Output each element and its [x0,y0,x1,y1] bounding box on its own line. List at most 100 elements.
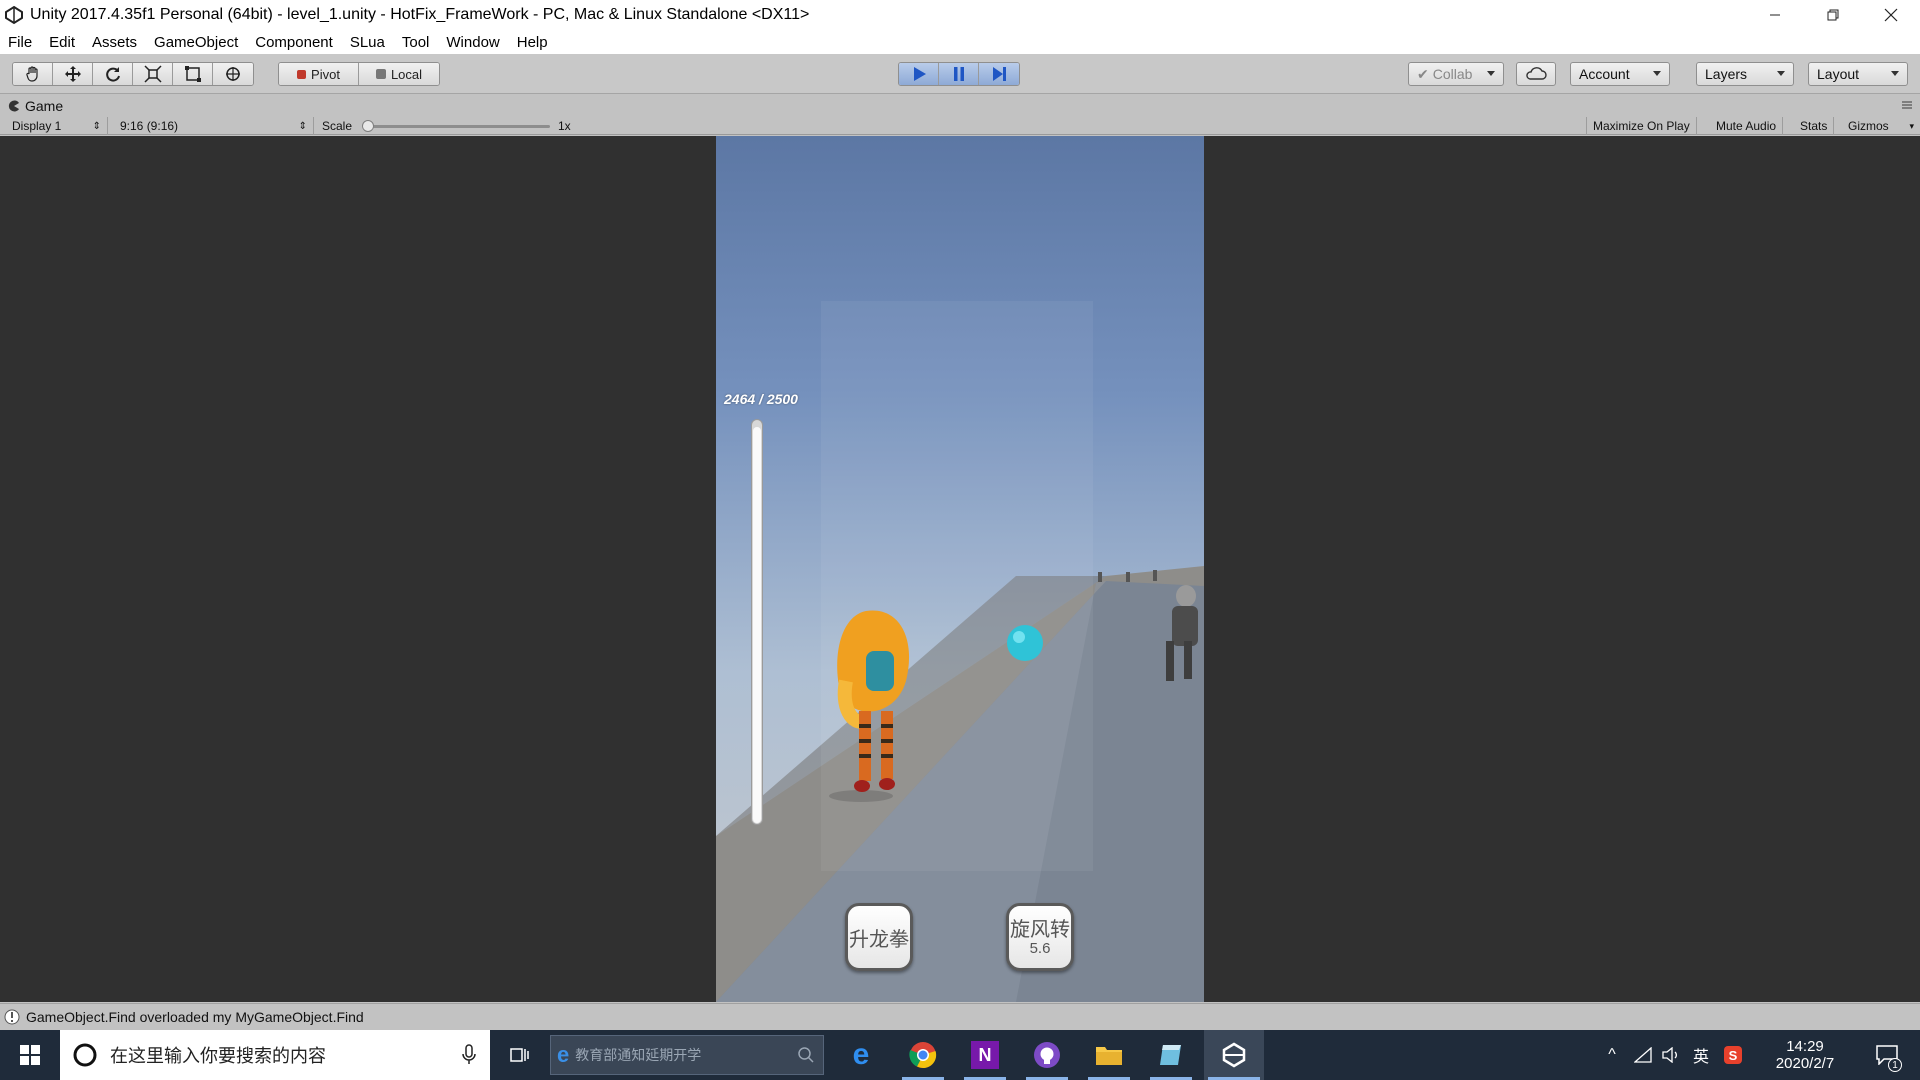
taskbar-edge[interactable]: e [836,1030,886,1080]
task-view-button[interactable] [495,1030,545,1080]
game-viewport: 2464 / 2500 升龙拳 旋风转 5.6 [0,136,1920,1002]
hp-bar [751,419,763,825]
sogou-ime-icon[interactable]: S [1720,1030,1746,1080]
skill-button-shenglongquan[interactable]: 升龙拳 [845,903,913,971]
display-dropdown[interactable]: Display 1 ⇕ [6,117,108,135]
scale-tool-icon[interactable] [133,63,173,85]
clock-time: 14:29 [1786,1038,1824,1055]
menu-tool[interactable]: Tool [402,34,430,51]
tray-overflow-icon[interactable]: ^ [1600,1030,1624,1080]
minimize-icon[interactable] [1746,0,1804,30]
search-box[interactable]: 在这里输入你要搜索的内容 [60,1030,490,1080]
taskbar-github[interactable] [1022,1030,1072,1080]
scale-slider-track[interactable] [365,125,550,128]
maximize-on-play-toggle[interactable]: Maximize On Play [1586,117,1697,135]
game-scene [716,301,1204,1002]
hp-text: 2464 / 2500 [724,391,798,407]
layers-dropdown[interactable]: Layers [1696,62,1794,86]
rotate-tool-icon[interactable] [93,63,133,85]
clock[interactable]: 14:29 2020/2/7 [1760,1030,1850,1080]
rect-tool-icon[interactable] [173,63,213,85]
play-button[interactable] [899,63,939,85]
taskbar-app-notes[interactable] [1146,1030,1196,1080]
folder-icon [1096,1047,1122,1065]
menu-component[interactable]: Component [255,34,333,51]
windows-logo-icon [20,1045,40,1065]
menu-assets[interactable]: Assets [92,34,137,51]
menu-bar: File Edit Assets GameObject Component SL… [0,30,1920,54]
skill-button-xuanfengzhuan[interactable]: 旋风转 5.6 [1006,903,1074,971]
play-icon [913,67,926,81]
pacman-icon [8,100,19,112]
menu-slua[interactable]: SLua [350,34,385,51]
stats-toggle[interactable]: Stats [1794,117,1835,135]
volume-icon[interactable] [1658,1030,1684,1080]
updown-icon: ⇕ [298,120,307,132]
local-label: Local [390,66,423,82]
taskbar-file-explorer[interactable] [1084,1030,1134,1080]
game-view-toolbar: Display 1 ⇕ 9:16 (9:16) ⇕ Scale 1x Maxim… [0,117,1920,135]
step-button[interactable] [979,63,1019,85]
skill-2-cooldown: 5.6 [1029,939,1051,957]
account-label: Account [1579,66,1630,82]
window-title: Unity 2017.4.35f1 Personal (64bit) - lev… [30,6,810,23]
move-tool-icon[interactable] [53,63,93,85]
edge-icon: e [852,1038,870,1071]
gizmos-label: Gizmos [1848,119,1889,133]
menu-window[interactable]: Window [446,34,499,51]
aspect-dropdown[interactable]: 9:16 (9:16) ⇕ [114,117,314,135]
chevron-up-icon: ^ [1608,1046,1616,1063]
orb [1007,625,1043,661]
pause-button[interactable] [939,63,979,85]
menu-help[interactable]: Help [517,34,548,51]
unity-logo-icon [5,5,23,25]
panel-menu-icon[interactable] [1900,99,1914,111]
local-button[interactable]: Local [359,63,439,85]
task-view-icon [510,1048,529,1062]
close-icon[interactable] [1862,0,1920,30]
taskbar-chrome[interactable] [898,1030,948,1080]
onenote-icon: N [971,1041,999,1069]
tab-game[interactable]: Game [8,97,63,115]
taskbar-unity[interactable] [1204,1030,1264,1080]
layout-dropdown[interactable]: Layout [1808,62,1908,86]
action-center-button[interactable]: 1 [1862,1030,1912,1080]
cloud-button[interactable] [1516,62,1556,86]
updown-icon: ⇕ [92,120,101,132]
cortana-circle-icon [73,1043,97,1067]
unity-icon [1222,1042,1246,1068]
chevron-down-icon [1891,71,1899,76]
scale-slider-handle[interactable] [362,120,374,132]
search-icon [798,1047,814,1063]
microphone-icon[interactable] [462,1044,476,1066]
collab-dropdown[interactable]: ✔ Collab [1408,62,1504,86]
menu-gameobject[interactable]: GameObject [154,34,238,51]
info-icon [4,1009,20,1024]
hp-bar-fill [753,426,761,823]
game-render[interactable]: 2464 / 2500 升龙拳 旋风转 5.6 [716,136,1204,1002]
account-dropdown[interactable]: Account [1570,62,1670,86]
windows-taskbar: 在这里输入你要搜索的内容 e 教育部通知延期开学 e N ^ 英 S 14:29… [0,1030,1920,1080]
title-bar: Unity 2017.4.35f1 Personal (64bit) - lev… [0,0,1920,30]
layers-label: Layers [1705,66,1748,82]
restore-icon[interactable] [1804,0,1862,30]
pivot-label: Pivot [311,66,340,82]
mute-audio-toggle[interactable]: Mute Audio [1710,117,1784,135]
check-icon: ✔ [1417,65,1429,82]
scale-label: Scale [322,119,353,133]
ie-search-box[interactable]: e 教育部通知延期开学 [550,1035,824,1075]
gizmos-dropdown[interactable]: Gizmos ▾ [1842,117,1920,135]
start-button[interactable] [0,1030,60,1080]
input-language-indicator[interactable]: 英 [1688,1030,1714,1080]
menu-file[interactable]: File [8,34,32,51]
chevron-down-icon [1487,71,1495,76]
hand-tool-icon[interactable] [13,63,53,85]
taskbar-onenote[interactable]: N [960,1030,1010,1080]
console-status-bar[interactable]: GameObject.Find overloaded my MyGameObje… [0,1003,1920,1029]
transform-tool-icon[interactable] [213,63,253,85]
notification-count: 1 [1888,1058,1902,1072]
menu-edit[interactable]: Edit [49,34,75,51]
pivot-button[interactable]: Pivot [279,63,359,85]
network-icon[interactable] [1630,1030,1656,1080]
chevron-down-icon: ▾ [1909,120,1914,131]
